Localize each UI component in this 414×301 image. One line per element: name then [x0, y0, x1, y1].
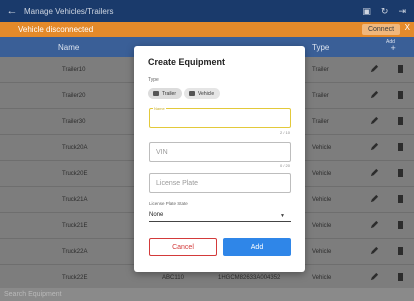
delete-icon[interactable] — [398, 195, 403, 203]
delete-icon[interactable] — [398, 117, 403, 125]
edit-icon[interactable] — [370, 246, 379, 255]
edit-icon[interactable] — [370, 90, 379, 99]
row-name: Truck21E — [62, 223, 88, 229]
edit-icon[interactable] — [370, 64, 379, 73]
cancel-button[interactable]: Cancel — [149, 238, 217, 256]
vin-field[interactable]: VIN — [149, 142, 291, 162]
row-name: Trailer10 — [62, 67, 86, 73]
delete-icon[interactable] — [398, 91, 403, 99]
delete-icon[interactable] — [398, 221, 403, 229]
row-name: Truck22E — [62, 275, 88, 281]
row-name: Truck21A — [62, 197, 88, 203]
search-equipment-input[interactable]: Search Equipment — [0, 288, 414, 301]
dialog-title: Create Equipment — [148, 57, 226, 67]
row-type: Vehicle — [312, 249, 332, 255]
logout-icon[interactable]: ⇥ — [398, 6, 406, 17]
delete-icon[interactable] — [398, 143, 403, 151]
name-field-label: Name — [153, 106, 166, 111]
license-plate-state-select[interactable]: None ▼ — [149, 210, 291, 222]
appbar-actions: ▣ ↻ ⇥ — [362, 6, 414, 17]
trailer-chip[interactable]: Trailer — [148, 88, 182, 99]
edit-icon[interactable] — [370, 142, 379, 151]
license-plate-state-label: License Plate State — [149, 201, 188, 206]
search-placeholder: Search Equipment — [4, 291, 62, 298]
row-name: Trailer30 — [62, 119, 86, 125]
delete-icon[interactable] — [398, 273, 403, 281]
row-type: Vehicle — [312, 171, 332, 177]
header-type: Type — [312, 43, 330, 52]
lps-value: None — [149, 212, 164, 218]
name-field[interactable] — [149, 108, 291, 128]
back-arrow-icon[interactable]: ← — [0, 5, 24, 17]
plus-icon: + — [390, 43, 396, 53]
edit-icon[interactable] — [370, 194, 379, 203]
edit-icon[interactable] — [370, 168, 379, 177]
banner-close-button[interactable]: X — [405, 23, 410, 32]
app-bar: ← Manage Vehicles/Trailers ▣ ↻ ⇥ — [0, 0, 414, 22]
create-equipment-dialog: Create Equipment Type Trailer Vehicle Na… — [134, 46, 305, 272]
row-type: Vehicle — [312, 223, 332, 229]
chevron-down-icon: ▼ — [280, 213, 285, 219]
vehicle-chip-label: Vehicle — [198, 90, 215, 97]
delete-icon[interactable] — [398, 247, 403, 255]
edit-icon[interactable] — [370, 116, 379, 125]
row-type: Vehicle — [312, 275, 332, 281]
page-title: Manage Vehicles/Trailers — [24, 6, 114, 16]
vin-placeholder: VIN — [156, 149, 168, 156]
row-type: Vehicle — [312, 197, 332, 203]
type-label: Type — [148, 77, 159, 83]
row-type: Vehicle — [312, 145, 332, 151]
row-name: Truck20E — [62, 171, 88, 177]
trailer-chip-label: Trailer — [162, 90, 176, 97]
plate-placeholder: License Plate — [156, 180, 199, 187]
row-name: Truck22A — [62, 249, 88, 255]
add-equipment-button[interactable]: + Add — [386, 39, 396, 53]
row-vin: 1HGCM82633A004352 — [218, 275, 281, 281]
edit-icon[interactable] — [370, 272, 379, 281]
row-type: Trailer — [312, 119, 329, 125]
truck-icon — [189, 91, 195, 96]
trailer-icon — [153, 91, 159, 96]
edit-icon[interactable] — [370, 220, 379, 229]
header-name: Name — [58, 43, 80, 52]
vehicle-chip[interactable]: Vehicle — [184, 88, 220, 99]
row-type: Trailer — [312, 93, 329, 99]
vin-counter: 0 / 20 — [279, 163, 290, 168]
banner-text: Vehicle disconnected — [18, 25, 94, 34]
connect-button[interactable]: Connect — [362, 24, 400, 35]
row-type: Trailer — [312, 67, 329, 73]
row-name: Truck20A — [62, 145, 88, 151]
delete-icon[interactable] — [398, 169, 403, 177]
row-name: Trailer20 — [62, 93, 86, 99]
name-counter: 2 / 10 — [279, 130, 290, 135]
row-plate: ABC110 — [162, 275, 184, 281]
device-icon[interactable]: ▣ — [362, 6, 371, 17]
refresh-icon[interactable]: ↻ — [381, 6, 389, 17]
delete-icon[interactable] — [398, 65, 403, 73]
disconnect-banner: Vehicle disconnected Connect X — [0, 22, 414, 37]
license-plate-field[interactable]: License Plate — [149, 173, 291, 193]
add-button[interactable]: Add — [223, 238, 291, 256]
